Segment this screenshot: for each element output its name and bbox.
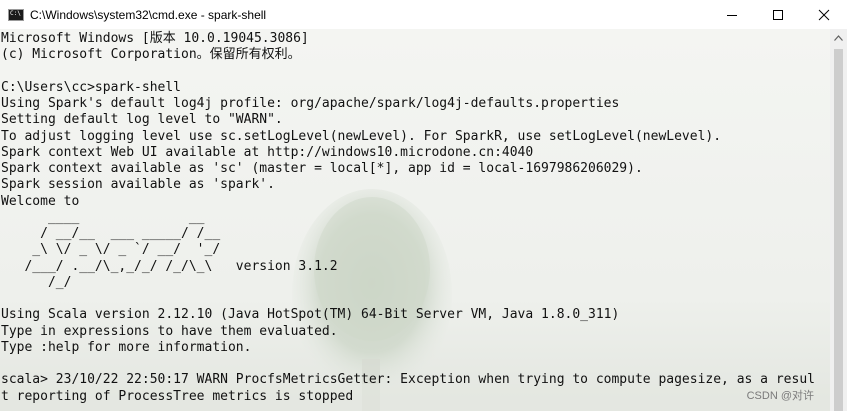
window-controls bbox=[709, 0, 847, 29]
scrollbar-thumb[interactable] bbox=[834, 49, 843, 411]
console-output: Microsoft Windows [版本 10.0.19045.3086] (… bbox=[1, 31, 815, 405]
console-line: Welcome to bbox=[1, 193, 80, 209]
maximize-button[interactable] bbox=[755, 0, 801, 29]
console-line: _\ \/ _ \/ _ `/ __/ '_/ bbox=[1, 242, 221, 258]
console-line: t reporting of ProcessTree metrics is st… bbox=[1, 388, 354, 404]
console-line: To adjust logging level use sc.setLogLev… bbox=[1, 128, 722, 144]
console-line: Type in expressions to have them evaluat… bbox=[1, 323, 338, 339]
console-line: /_/ bbox=[1, 274, 72, 290]
minimize-button[interactable] bbox=[709, 0, 755, 29]
chevron-up-icon bbox=[834, 34, 843, 41]
console-line: Using Spark's default log4j profile: org… bbox=[1, 96, 620, 111]
watermark-text: CSDN @对许 bbox=[746, 390, 814, 402]
console-line: /___/ .__/\_,_/_/ /_/\_\ version 3.1.2 bbox=[1, 258, 338, 274]
vertical-scrollbar[interactable] bbox=[830, 29, 847, 411]
cmd-icon[interactable] bbox=[8, 8, 24, 21]
close-icon bbox=[818, 9, 830, 20]
scroll-up-button[interactable] bbox=[830, 29, 847, 46]
console-line: Setting default log level to "WARN". bbox=[1, 112, 283, 128]
console-line: C:\Users\cc>spark-shell bbox=[1, 79, 182, 95]
console-line: Spark session available as 'spark'. bbox=[1, 177, 275, 193]
console-line: Type :help for more information. bbox=[1, 339, 252, 355]
console-line: Microsoft Windows [版本 10.0.19045.3086] bbox=[1, 31, 309, 46]
console-line: / __/__ ___ _____/ /__ bbox=[1, 226, 221, 241]
console-area[interactable]: Microsoft Windows [版本 10.0.19045.3086] (… bbox=[0, 29, 830, 411]
console-line: Using Scala version 2.12.10 (Java HotSpo… bbox=[1, 307, 620, 323]
close-button[interactable] bbox=[801, 0, 847, 29]
console-line: Spark context available as 'sc' (master … bbox=[1, 161, 643, 176]
console-line: (c) Microsoft Corporation。保留所有权利。 bbox=[1, 47, 301, 63]
minimize-icon bbox=[727, 14, 737, 16]
cmd-window: C:\Windows\system32\cmd.exe - spark-shel… bbox=[0, 0, 847, 411]
window-title: C:\Windows\system32\cmd.exe - spark-shel… bbox=[30, 7, 267, 22]
console-line: scala> 23/10/22 22:50:17 WARN ProcfsMetr… bbox=[1, 372, 815, 388]
maximize-icon bbox=[773, 9, 783, 20]
console-line: Spark context Web UI available at http:/… bbox=[1, 144, 534, 160]
title-bar[interactable]: C:\Windows\system32\cmd.exe - spark-shel… bbox=[0, 0, 847, 29]
console-line: ____ __ bbox=[1, 209, 205, 225]
